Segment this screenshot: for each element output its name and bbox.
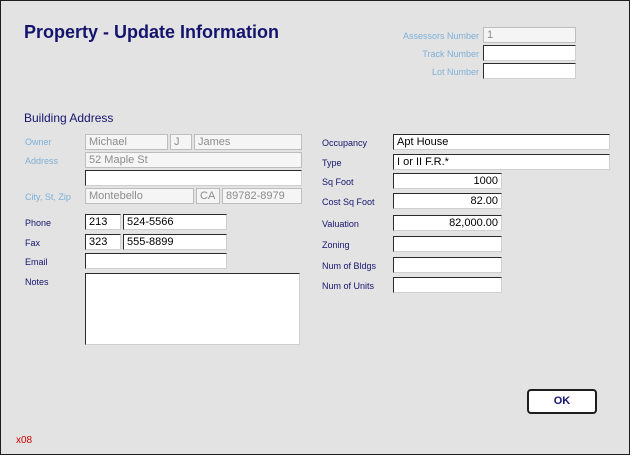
ok-button[interactable]: OK — [527, 389, 597, 414]
zoning-field[interactable] — [393, 236, 502, 252]
property-update-window: Property - Update Information Assessors … — [0, 0, 630, 455]
num-of-units-label: Num of Units — [322, 281, 375, 291]
lot-number-field[interactable] — [483, 63, 576, 79]
phone-number-field[interactable]: 524-5566 — [123, 214, 227, 230]
city-state-zip-label: City, St, Zip — [25, 192, 71, 202]
assessors-number-label: Assessors Number — [402, 31, 479, 41]
phone-area-code-field[interactable]: 213 — [85, 214, 121, 230]
sq-foot-field[interactable]: 1000 — [393, 173, 502, 189]
num-of-bldgs-field[interactable] — [393, 257, 502, 273]
lot-number-label: Lot Number — [431, 67, 479, 77]
fax-area-code-field[interactable]: 323 — [85, 234, 121, 250]
valuation-label: Valuation — [322, 219, 359, 229]
notes-textarea[interactable] — [85, 273, 300, 345]
cost-sq-foot-label: Cost Sq Foot — [322, 197, 375, 207]
owner-first-name-field[interactable]: Michael — [85, 134, 168, 150]
cost-sq-foot-field[interactable]: 82.00 — [393, 193, 502, 209]
num-of-bldgs-label: Num of Bldgs — [322, 261, 377, 271]
occupancy-label: Occupancy — [322, 138, 368, 148]
num-of-units-field[interactable] — [393, 277, 502, 293]
email-label: Email — [25, 257, 48, 267]
address-label: Address — [25, 156, 59, 166]
building-address-heading: Building Address — [24, 111, 114, 125]
fax-number-field[interactable]: 555-8899 — [123, 234, 227, 250]
form-code: x08 — [16, 435, 33, 446]
city-field[interactable]: Montebello — [85, 188, 194, 204]
page-title: Property - Update Information — [24, 22, 280, 42]
address-line2-field[interactable] — [85, 170, 302, 186]
track-number-field[interactable] — [483, 45, 576, 61]
owner-label: Owner — [25, 137, 52, 147]
sq-foot-label: Sq Foot — [322, 177, 354, 187]
notes-label: Notes — [25, 277, 49, 287]
owner-last-name-field[interactable]: James — [194, 134, 302, 150]
address-line1-field[interactable]: 52 Maple St — [85, 152, 302, 168]
zip-field[interactable]: 89782-8979 — [222, 188, 302, 204]
type-field[interactable]: I or II F.R.* — [393, 154, 610, 170]
email-field[interactable] — [85, 253, 227, 269]
fax-label: Fax — [25, 238, 41, 248]
owner-middle-initial-field[interactable]: J — [170, 134, 192, 150]
occupancy-field[interactable]: Apt House — [393, 134, 610, 150]
state-field[interactable]: CA — [196, 188, 220, 204]
type-label: Type — [322, 158, 342, 168]
valuation-field[interactable]: 82,000.00 — [393, 215, 502, 231]
zoning-label: Zoning — [322, 240, 350, 250]
phone-label: Phone — [25, 218, 52, 228]
track-number-label: Track Number — [422, 49, 479, 59]
assessors-number-field[interactable]: 1 — [483, 27, 576, 43]
